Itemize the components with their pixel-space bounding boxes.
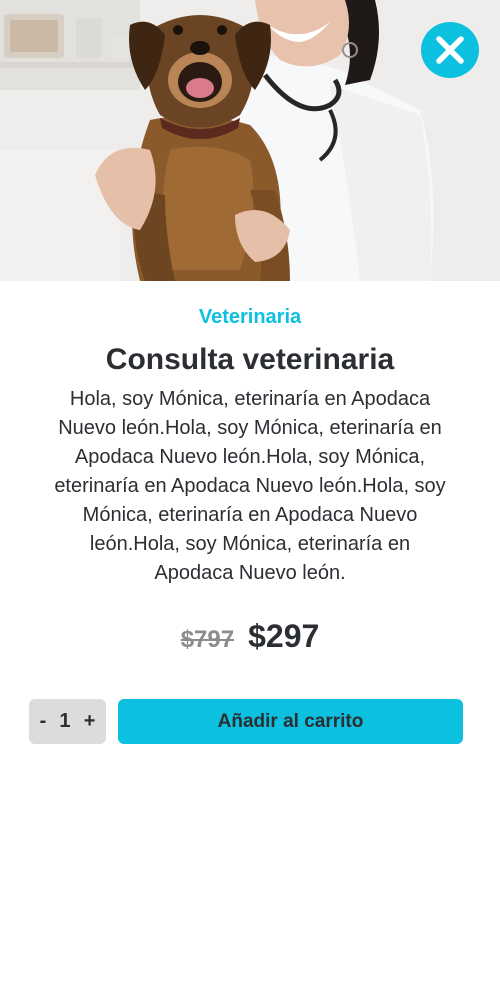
product-hero-image: [0, 0, 500, 281]
cart-actions: - 1 + Añadir al carrito: [29, 699, 463, 744]
close-icon: [436, 36, 464, 64]
product-detail-page: Veterinaria Consulta veterinaria Hola, s…: [0, 0, 500, 1000]
decrement-button[interactable]: -: [40, 710, 47, 733]
increment-button[interactable]: +: [84, 710, 96, 733]
product-info: Veterinaria Consulta veterinaria Hola, s…: [0, 303, 500, 655]
quantity-stepper: - 1 +: [29, 699, 106, 744]
product-title: Consulta veterinaria: [105, 343, 395, 376]
add-to-cart-button[interactable]: Añadir al carrito: [118, 699, 463, 744]
price-block: $797 $297: [40, 618, 460, 655]
original-price: $797: [180, 626, 235, 653]
product-description: Hola, soy Mónica, eterinaría en Apodaca …: [54, 388, 446, 584]
quantity-value: 1: [59, 710, 71, 732]
sale-price: $297: [248, 618, 320, 654]
close-button[interactable]: [421, 22, 479, 78]
product-category: Veterinaria: [198, 306, 302, 328]
